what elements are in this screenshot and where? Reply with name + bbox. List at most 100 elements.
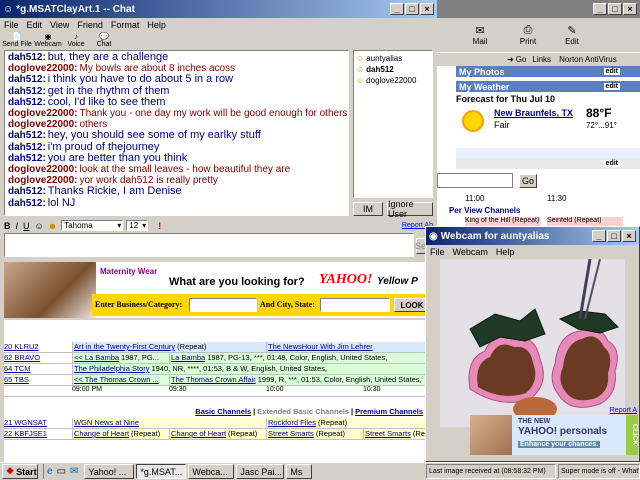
size-select[interactable]: 12 ▾: [126, 220, 149, 231]
channel-name[interactable]: 62 BRAVO: [4, 353, 72, 363]
program-title[interactable]: Rockford Files: [268, 418, 316, 427]
program-title[interactable]: The Thomas Crown Affair: [171, 375, 256, 384]
tv-go-button[interactable]: Go: [519, 174, 537, 188]
program-title[interactable]: Change of Heart: [74, 429, 129, 438]
menu-file[interactable]: File: [4, 20, 19, 30]
channel-name[interactable]: 22 KBFJSE1: [4, 429, 72, 439]
close-button[interactable]: ×: [622, 230, 636, 242]
basic-channels-link[interactable]: Basic Channels: [195, 407, 251, 418]
mail-button[interactable]: ✉ Mail: [465, 24, 495, 46]
program-title[interactable]: << La Bamba: [74, 353, 119, 362]
task-chat[interactable]: *g.MSAT...: [136, 464, 187, 479]
task-yahoo[interactable]: Yahoo! ...: [84, 464, 135, 479]
italic-button[interactable]: I: [16, 221, 19, 231]
menu-view[interactable]: View: [50, 20, 69, 30]
program-title[interactable]: Change of Heart: [171, 429, 226, 438]
channel-name[interactable]: 64 TCM: [4, 364, 72, 374]
look-button[interactable]: LOOK: [394, 298, 427, 312]
program-cell[interactable]: The NewsHour With Jim Lehrer: [266, 342, 427, 352]
print-button[interactable]: ⎙ Print: [513, 24, 543, 46]
menu-help[interactable]: Help: [496, 247, 515, 257]
close-button[interactable]: ×: [420, 3, 434, 15]
program-title[interactable]: Street Smarts: [268, 429, 314, 438]
business-input[interactable]: [189, 298, 257, 312]
chat-transcript[interactable]: dah512: but, they are a challenge doglove2…: [4, 50, 349, 216]
menu-file[interactable]: File: [430, 247, 445, 257]
user-list[interactable]: ☺ auntyalias ☺ dah512 ☺ doglove22000: [353, 50, 433, 198]
webcam-button[interactable]: ◉ Webcam: [34, 32, 62, 50]
norton-link[interactable]: Norton AntiVirus: [559, 55, 617, 64]
desktop-quicklaunch-icon[interactable]: ▭: [57, 466, 66, 477]
per-view-channels[interactable]: Per View Channels: [437, 206, 640, 215]
menu-edit[interactable]: Edit: [27, 20, 43, 30]
program-title[interactable]: La Bamba: [171, 353, 205, 362]
smiley-icon[interactable]: ☻: [48, 221, 57, 231]
task-webcam[interactable]: Webca...: [188, 464, 235, 479]
program-cell[interactable]: WGN News at Nine: [72, 418, 266, 428]
start-button[interactable]: ❖ Start: [2, 464, 38, 479]
program-cell[interactable]: Street Smarts(Repeat): [363, 429, 427, 439]
ie-quicklaunch-icon[interactable]: e: [47, 466, 53, 477]
program-cell[interactable]: The Philadelphia Story 1940, NR, ****, 01…: [72, 364, 427, 374]
program-title[interactable]: The NewsHour With Jim Lehrer: [268, 342, 373, 351]
menu-friend[interactable]: Friend: [77, 20, 103, 30]
channel-name[interactable]: 21 WGNSAT: [4, 418, 72, 428]
outlook-quicklaunch-icon[interactable]: ✉: [70, 466, 78, 477]
chat-button[interactable]: 💬 Chat: [90, 32, 118, 50]
underline-button[interactable]: U: [23, 221, 30, 231]
close-button[interactable]: ×: [623, 3, 637, 15]
maximize-button[interactable]: □: [607, 230, 621, 242]
ignore-user-button[interactable]: Ignore User: [387, 199, 433, 219]
premium-channels-link[interactable]: Premium Channels: [355, 407, 423, 418]
message-input[interactable]: [4, 233, 414, 257]
webcam-report-link[interactable]: Report A: [610, 407, 637, 414]
go-button[interactable]: Go: [516, 55, 527, 64]
program-title[interactable]: The Philadelphia Story: [74, 364, 149, 373]
program-cell[interactable]: << La Bamba 1987, PG...: [72, 353, 169, 363]
maximize-button[interactable]: □: [405, 3, 419, 15]
tv-edit-button[interactable]: edit: [603, 160, 620, 167]
menu-help[interactable]: Help: [147, 20, 166, 30]
channel-name[interactable]: 20 KLRU2: [4, 342, 72, 352]
user-list-item[interactable]: ☺ dah512: [356, 64, 430, 75]
program-cell[interactable]: << The Thomas Crown ...: [72, 375, 169, 385]
city-link[interactable]: New Braunfels, TX: [494, 108, 573, 118]
im-button[interactable]: IM: [353, 202, 383, 216]
program-cell[interactable]: The Thomas Crown Affair 1999, R, ***, 01:…: [169, 375, 427, 385]
program-title[interactable]: Street Smarts: [365, 429, 411, 438]
task-ms[interactable]: Ms: [286, 464, 313, 479]
edit-button[interactable]: ✎ Edit: [557, 24, 587, 46]
program-cell[interactable]: Street Smarts(Repeat): [266, 429, 363, 439]
program-cell[interactable]: Art in the Twenty-First Century (Repeat): [72, 342, 266, 352]
color-icon[interactable]: ☺: [35, 221, 44, 231]
program-title[interactable]: << The Thomas Crown ...: [74, 375, 159, 384]
program-cell[interactable]: Change of Heart (Repeat): [72, 429, 169, 439]
user-list-item[interactable]: ☺ doglove22000: [356, 75, 430, 86]
channel-name[interactable]: 65 TBS: [4, 375, 72, 385]
minimize-button[interactable]: _: [390, 3, 404, 15]
menu-webcam[interactable]: Webcam: [453, 247, 488, 257]
send-file-button[interactable]: 📄 Send File: [0, 32, 34, 50]
photos-edit-button[interactable]: edit: [603, 68, 620, 75]
program-title[interactable]: Art in the Twenty-First Century: [74, 342, 175, 351]
task-jasc[interactable]: Jasc Pai...: [236, 464, 285, 479]
program-cell[interactable]: Rockford Files (Repeat): [266, 418, 427, 428]
menu-format[interactable]: Format: [111, 20, 140, 30]
links-label[interactable]: Links: [532, 55, 551, 64]
minimize-button[interactable]: _: [593, 3, 607, 15]
program-title[interactable]: WGN News at Nine: [74, 418, 139, 427]
tv-input[interactable]: [437, 173, 513, 188]
program-cell[interactable]: Change of Heart (Repeat): [169, 429, 266, 439]
alert-icon[interactable]: !: [158, 221, 161, 231]
font-select[interactable]: Tahoma ▾: [61, 220, 124, 231]
yellow-pages-ad[interactable]: Maternity Wear What are you looking for?…: [4, 262, 427, 318]
minimize-button[interactable]: _: [592, 230, 606, 242]
personals-ad[interactable]: THE NEW YAHOO! personals Enhance your ch…: [470, 415, 638, 455]
maximize-button[interactable]: □: [608, 3, 622, 15]
voice-button[interactable]: ♪ Voice: [62, 32, 90, 50]
program-cell[interactable]: La Bamba 1987, PG-13, ***, 01:48, Color, …: [169, 353, 427, 363]
weather-edit-button[interactable]: edit: [603, 83, 620, 90]
extended-channels-link[interactable]: Extended Basic Channels: [257, 407, 349, 418]
city-input[interactable]: [320, 298, 390, 312]
user-list-item[interactable]: ☺ auntyalias: [356, 53, 430, 64]
